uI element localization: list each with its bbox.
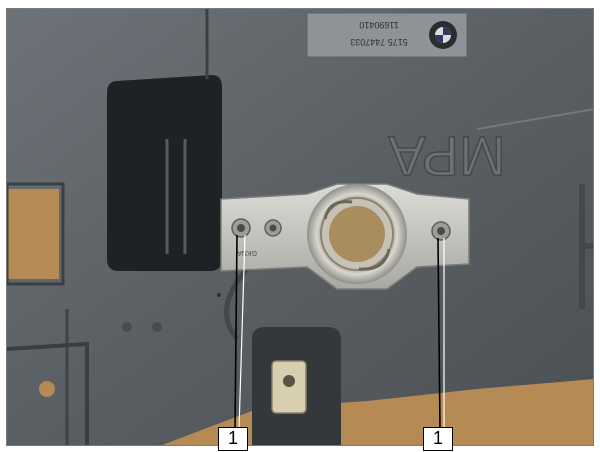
callout-label-right: 1 xyxy=(423,427,453,451)
sticker-text-line1: 11690410 xyxy=(359,20,398,30)
black-recess xyxy=(107,75,222,271)
component-photo: 11690410 5175 7447033 MPA GKNA xyxy=(6,8,594,446)
sticker-text-line2: 5175 7447033 xyxy=(350,37,408,47)
bracket-marking: GKNA xyxy=(237,249,257,256)
embossed-mpa-text: MPA xyxy=(388,125,506,188)
callout-label-left: 1 xyxy=(218,427,248,451)
screw-right xyxy=(431,221,451,241)
screw-left xyxy=(231,218,251,238)
screw-middle xyxy=(264,219,282,237)
left-cutout xyxy=(7,189,59,279)
